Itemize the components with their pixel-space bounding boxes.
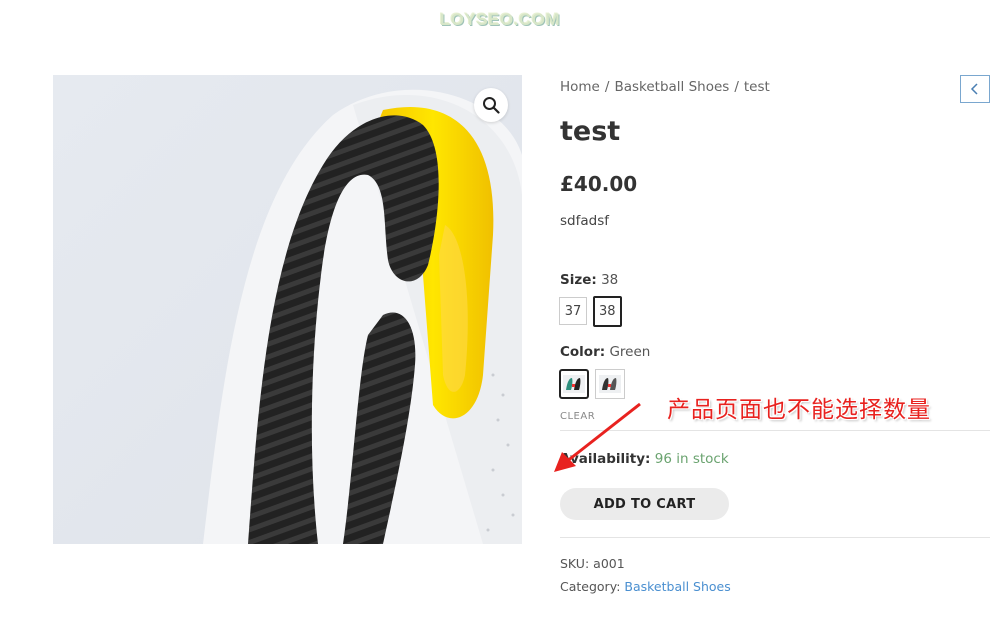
magnifier-icon (483, 97, 500, 114)
sku-label: SKU: (560, 556, 590, 571)
zoom-button[interactable] (474, 88, 508, 122)
color-option-green[interactable] (559, 369, 589, 399)
color-option-black[interactable] (595, 369, 625, 399)
color-selected-value: Green (609, 344, 651, 360)
color-label-name: Color: (560, 344, 606, 360)
breadcrumb: Home / Basketball Shoes / test (560, 79, 770, 95)
sku-value: a001 (593, 556, 625, 571)
annotation-arrow-icon (554, 402, 641, 472)
stock-status: 96 in stock (654, 451, 729, 467)
breadcrumb-category[interactable]: Basketball Shoes (614, 79, 729, 95)
size-swatches: 37 38 (559, 296, 622, 327)
size-selected-value: 38 (601, 272, 619, 288)
product-price: £40.00 (560, 172, 638, 196)
product-short-description: sdfadsf (560, 213, 609, 229)
shoe-thumbnail-green-icon (563, 375, 585, 393)
color-swatches (559, 369, 625, 399)
add-to-cart-button[interactable]: ADD TO CART (560, 488, 729, 520)
previous-product-button[interactable] (960, 75, 990, 103)
product-category: Category: Basketball Shoes (560, 579, 731, 594)
size-option-38[interactable]: 38 (593, 296, 622, 327)
product-image[interactable] (53, 75, 522, 544)
breadcrumb-separator: / (604, 79, 610, 95)
breadcrumb-separator: / (734, 79, 739, 95)
breadcrumb-home[interactable]: Home (560, 79, 600, 95)
product-title: test (560, 116, 621, 147)
annotation-text: 产品页面也不能选择数量 (667, 397, 931, 423)
category-link[interactable]: Basketball Shoes (624, 579, 730, 594)
color-attribute-label: Color: Green (560, 344, 650, 360)
size-attribute-label: Size: 38 (560, 272, 618, 288)
sneaker-sole-image (53, 75, 522, 544)
shoe-thumbnail-black-icon (599, 375, 621, 393)
divider (560, 537, 990, 538)
size-label-name: Size: (560, 272, 597, 288)
chevron-left-icon (970, 83, 978, 95)
site-logo[interactable]: LOYSEO.COM (0, 10, 1000, 30)
size-option-37[interactable]: 37 (559, 297, 587, 325)
product-sku: SKU: a001 (560, 556, 625, 571)
breadcrumb-current: test (743, 79, 770, 95)
category-label: Category: (560, 579, 621, 594)
